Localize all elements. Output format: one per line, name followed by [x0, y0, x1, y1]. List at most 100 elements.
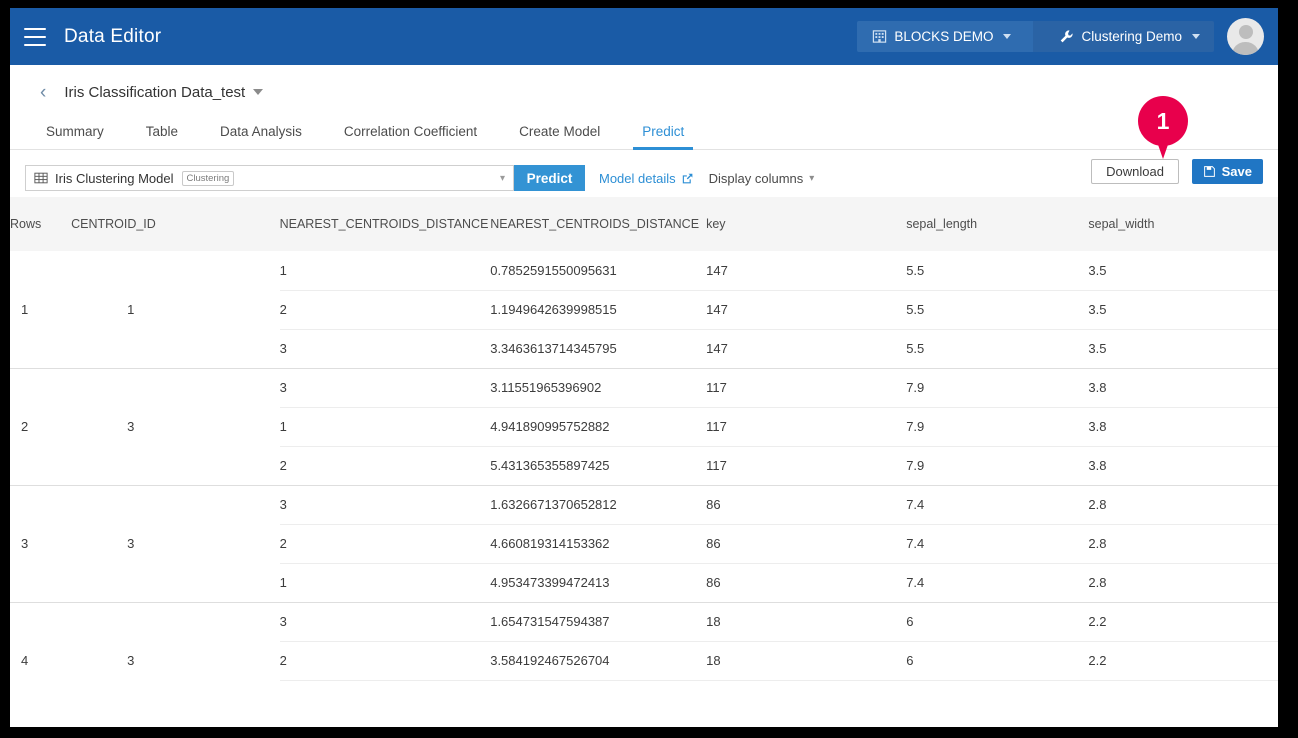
cell-sepal-length: 5.5	[906, 251, 1089, 290]
cell-nearest-centroids-distance-1: 2	[279, 523, 491, 563]
page-title: Iris Classification Data_test	[64, 83, 246, 101]
table-body: 1 1 1 0.7852591550095631 147 5.5 3.5 2 1.1949642…	[10, 251, 1278, 685]
cell-sepal-width: 2.2	[1088, 679, 1278, 685]
caret-down-icon	[1192, 34, 1200, 39]
external-link-icon	[682, 173, 692, 183]
app-window: Data Editor BLOCKS DEMO Clustering Demo …	[10, 8, 1278, 727]
cell-sepal-width: 3.8	[1088, 367, 1278, 407]
predict-results-table-container[interactable]: Rows CENTROID_ID NEAREST_CENTROIDS_DISTA…	[10, 197, 1278, 685]
breadcrumb-item-workspace[interactable]: Clustering Demo	[1033, 21, 1214, 52]
table-row[interactable]: 2 3 3 3.11551965396902 117 7.9 3.8	[10, 367, 1278, 485]
model-select[interactable]: Iris Clustering Model Clustering ▾	[25, 165, 514, 191]
cell-sepal-length: 5.5	[906, 289, 1089, 329]
cell-key: 86	[706, 562, 907, 602]
table-header-row: Rows CENTROID_ID NEAREST_CENTROIDS_DISTA…	[10, 197, 1278, 251]
cell-sepal-length: 6	[906, 601, 1089, 641]
display-columns-label: Display columns	[708, 170, 804, 186]
cell-nearest-centroids-distance-2: 1.1949642639998515	[490, 289, 707, 329]
predict-results-table: Rows CENTROID_ID NEAREST_CENTROIDS_DISTA…	[10, 197, 1278, 685]
table-row[interactable]: 3 3 3 1.6326671370652812 86 7.4 2.8	[10, 484, 1278, 602]
cell-nearest-centroids-distance-1: 2	[279, 289, 491, 329]
dataset-breadcrumb-row: ‹ Iris Classification Data_test	[10, 79, 1278, 105]
cell-centroid-id: 3	[71, 367, 280, 485]
cell-nearest-centroids-distance-2: 0.7852591550095631	[490, 251, 707, 290]
cell-sepal-length: 7.9	[906, 367, 1089, 407]
tab-correlation-coefficient[interactable]: Correlation Coefficient	[344, 124, 477, 149]
cell-nearest-centroids-distance-2: 5.431365355897425	[490, 445, 707, 485]
column-header-nearest-centroids-distance-1[interactable]: NEAREST_CENTROIDS_DISTANCE	[279, 197, 491, 251]
column-header-centroid-id[interactable]: CENTROID_ID	[71, 197, 280, 251]
cell-sepal-length: 7.9	[906, 445, 1089, 485]
cell-key: 18	[706, 640, 907, 680]
table-row[interactable]: 4 3 3 1.654731547594387 18 6 2.2	[10, 601, 1278, 685]
cell-centroid-id: 3	[71, 601, 280, 685]
model-details-link[interactable]: Model details	[599, 171, 694, 186]
cell-rows: 4	[10, 601, 72, 685]
sub-header: ‹ Iris Classification Data_test Summary …	[10, 65, 1278, 150]
cell-nearest-centroids-distance-2: 4.941890995752882	[490, 406, 707, 446]
pin-number: 1	[1156, 107, 1170, 134]
cell-key: 147	[706, 328, 907, 368]
cell-sepal-length: 7.4	[906, 484, 1089, 524]
cell-sepal-width: 3.8	[1088, 406, 1278, 446]
cell-nearest-centroids-distance-1: 3	[279, 367, 491, 407]
cell-nearest-centroids-distance-1: 1	[279, 679, 491, 685]
cell-key: 117	[706, 367, 907, 407]
cell-nearest-centroids-distance-2: 4.660819314153362	[490, 523, 707, 563]
save-label: Save	[1221, 164, 1252, 179]
cell-nearest-centroids-distance-2: 1.654731547594387	[490, 601, 707, 641]
cell-nearest-centroids-distance-1: 1	[279, 251, 491, 290]
column-header-sepal-length[interactable]: sepal_length	[906, 197, 1089, 251]
cell-nearest-centroids-distance-1: 3	[279, 484, 491, 524]
cell-key: 147	[706, 251, 907, 290]
save-disk-icon	[1203, 166, 1215, 177]
cell-key: 147	[706, 289, 907, 329]
column-header-nearest-centroids-distance-2[interactable]: NEAREST_CENTROIDS_DISTANCE	[490, 197, 707, 251]
hamburger-menu-icon[interactable]	[24, 27, 46, 46]
dataset-dropdown-icon[interactable]	[253, 89, 264, 95]
cell-sepal-width: 2.8	[1088, 562, 1278, 602]
wrench-icon	[1061, 30, 1074, 43]
table-header: Rows CENTROID_ID NEAREST_CENTROIDS_DISTA…	[10, 197, 1278, 251]
tab-predict[interactable]: Predict	[633, 124, 694, 150]
cell-centroid-id: 3	[71, 484, 280, 602]
building-icon	[873, 30, 887, 43]
chevron-left-icon[interactable]: ‹	[40, 83, 46, 102]
tab-summary[interactable]: Summary	[46, 124, 104, 149]
display-columns-dropdown[interactable]: Display columns ▾	[709, 171, 815, 186]
breadcrumb-workspace-label: Clustering Demo	[1081, 29, 1182, 44]
tab-data-analysis[interactable]: Data Analysis	[220, 124, 302, 149]
tab-create-model[interactable]: Create Model	[519, 124, 600, 149]
column-header-key[interactable]: key	[706, 197, 907, 251]
column-header-rows[interactable]: Rows	[10, 197, 72, 251]
cell-nearest-centroids-distance-1: 3	[279, 328, 491, 368]
predict-button[interactable]: Predict	[514, 165, 585, 191]
cell-nearest-centroids-distance-1: 3	[279, 601, 491, 641]
save-button[interactable]: Save	[1191, 159, 1263, 184]
cell-nearest-centroids-distance-2: 3.584192467526704	[490, 640, 707, 680]
model-details-label: Model details	[599, 170, 676, 186]
app-bar: Data Editor BLOCKS DEMO Clustering Demo	[10, 8, 1278, 65]
cell-rows: 3	[10, 484, 72, 602]
cell-key: 18	[706, 601, 907, 641]
cell-sepal-width: 3.5	[1088, 328, 1278, 368]
breadcrumb-item-project[interactable]: BLOCKS DEMO	[857, 21, 1049, 52]
table-row[interactable]: 1 1 1 0.7852591550095631 147 5.5 3.5	[10, 251, 1278, 368]
column-header-sepal-width[interactable]: sepal_width	[1088, 197, 1278, 251]
cell-key: 117	[706, 406, 907, 446]
cell-sepal-width: 3.5	[1088, 289, 1278, 329]
tab-table[interactable]: Table	[146, 124, 178, 149]
cell-nearest-centroids-distance-1: 1	[279, 406, 491, 446]
chevron-down-icon: ▾	[499, 172, 505, 184]
cell-key: 86	[706, 523, 907, 563]
avatar-head	[1238, 25, 1253, 39]
user-avatar[interactable]	[1227, 18, 1264, 55]
cell-key: 117	[706, 445, 907, 485]
breadcrumb: BLOCKS DEMO Clustering Demo	[857, 21, 1214, 52]
cell-nearest-centroids-distance-2: 4.6470766536032455	[490, 679, 707, 685]
table-grid-icon	[34, 172, 48, 184]
cell-sepal-length: 5.5	[906, 328, 1089, 368]
cell-key: 18	[706, 679, 907, 685]
download-button[interactable]: Download	[1091, 159, 1179, 184]
predict-toolbar: Iris Clustering Model Clustering ▾ Predi…	[10, 159, 1278, 197]
